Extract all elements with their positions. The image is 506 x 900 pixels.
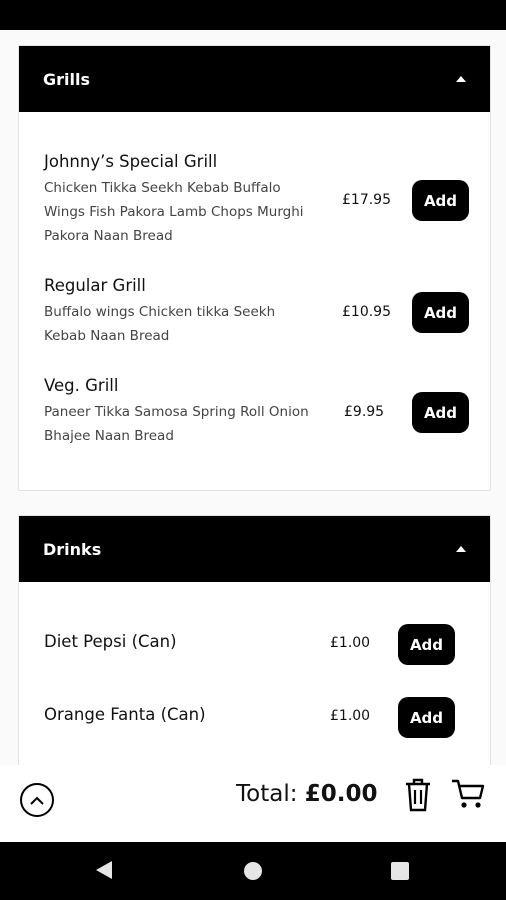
add-button[interactable]: Add [412,392,469,433]
recent-square-icon[interactable] [391,862,409,880]
item-price: £1.00 [330,635,371,651]
cart-icon [452,779,485,808]
item-description: Chicken Tikka Seekh Kebab Buffalo Wings … [44,180,304,244]
cart-button[interactable] [450,777,486,811]
item-description: Paneer Tikka Samosa Spring Roll Onion Bh… [44,404,309,444]
collapse-caret-icon[interactable] [456,76,466,82]
item-name: Veg. Grill [44,376,119,395]
grills-section: Grills Johnny’s Special Grill Chicken Ti… [18,45,491,491]
section-title: Drinks [43,539,102,559]
system-navigation-bar [0,842,506,900]
scroll-to-top-button[interactable] [20,783,54,817]
collapse-caret-icon[interactable] [456,546,466,552]
home-circle-icon[interactable] [244,862,262,880]
item-description: Buffalo wings Chicken tikka Seekh Kebab … [44,304,276,344]
cart-total: Total: £0.00 [236,781,378,807]
item-name: Diet Pepsi (Can) [44,632,177,651]
item-price: £9.95 [344,404,385,420]
item-price: £17.95 [342,192,391,208]
item-price: £10.95 [342,304,391,320]
item-name: Orange Fanta (Can) [44,705,206,724]
drinks-section-header[interactable]: Drinks [19,516,490,582]
item-name: Regular Grill [44,276,146,295]
total-label: Total: [236,781,298,807]
grills-section-header[interactable]: Grills [19,46,490,112]
item-name: Johnny’s Special Grill [44,152,218,171]
add-button[interactable]: Add [412,180,469,221]
drinks-section: Drinks Diet Pepsi (Can) £1.00 Add Orange… [18,515,491,765]
back-triangle-icon[interactable] [96,861,112,879]
section-title: Grills [43,69,90,89]
total-amount: £0.00 [304,781,378,807]
item-price: £1.00 [330,708,371,724]
add-button[interactable]: Add [398,697,455,738]
trash-icon [406,778,430,812]
clear-cart-button[interactable] [402,777,434,813]
status-bar [0,0,506,30]
add-button[interactable]: Add [398,624,455,665]
chevron-up-icon [30,796,44,805]
menu-content[interactable]: Grills Johnny’s Special Grill Chicken Ti… [0,30,506,765]
add-button[interactable]: Add [412,292,469,333]
cart-footer: Total: £0.00 [0,765,506,842]
